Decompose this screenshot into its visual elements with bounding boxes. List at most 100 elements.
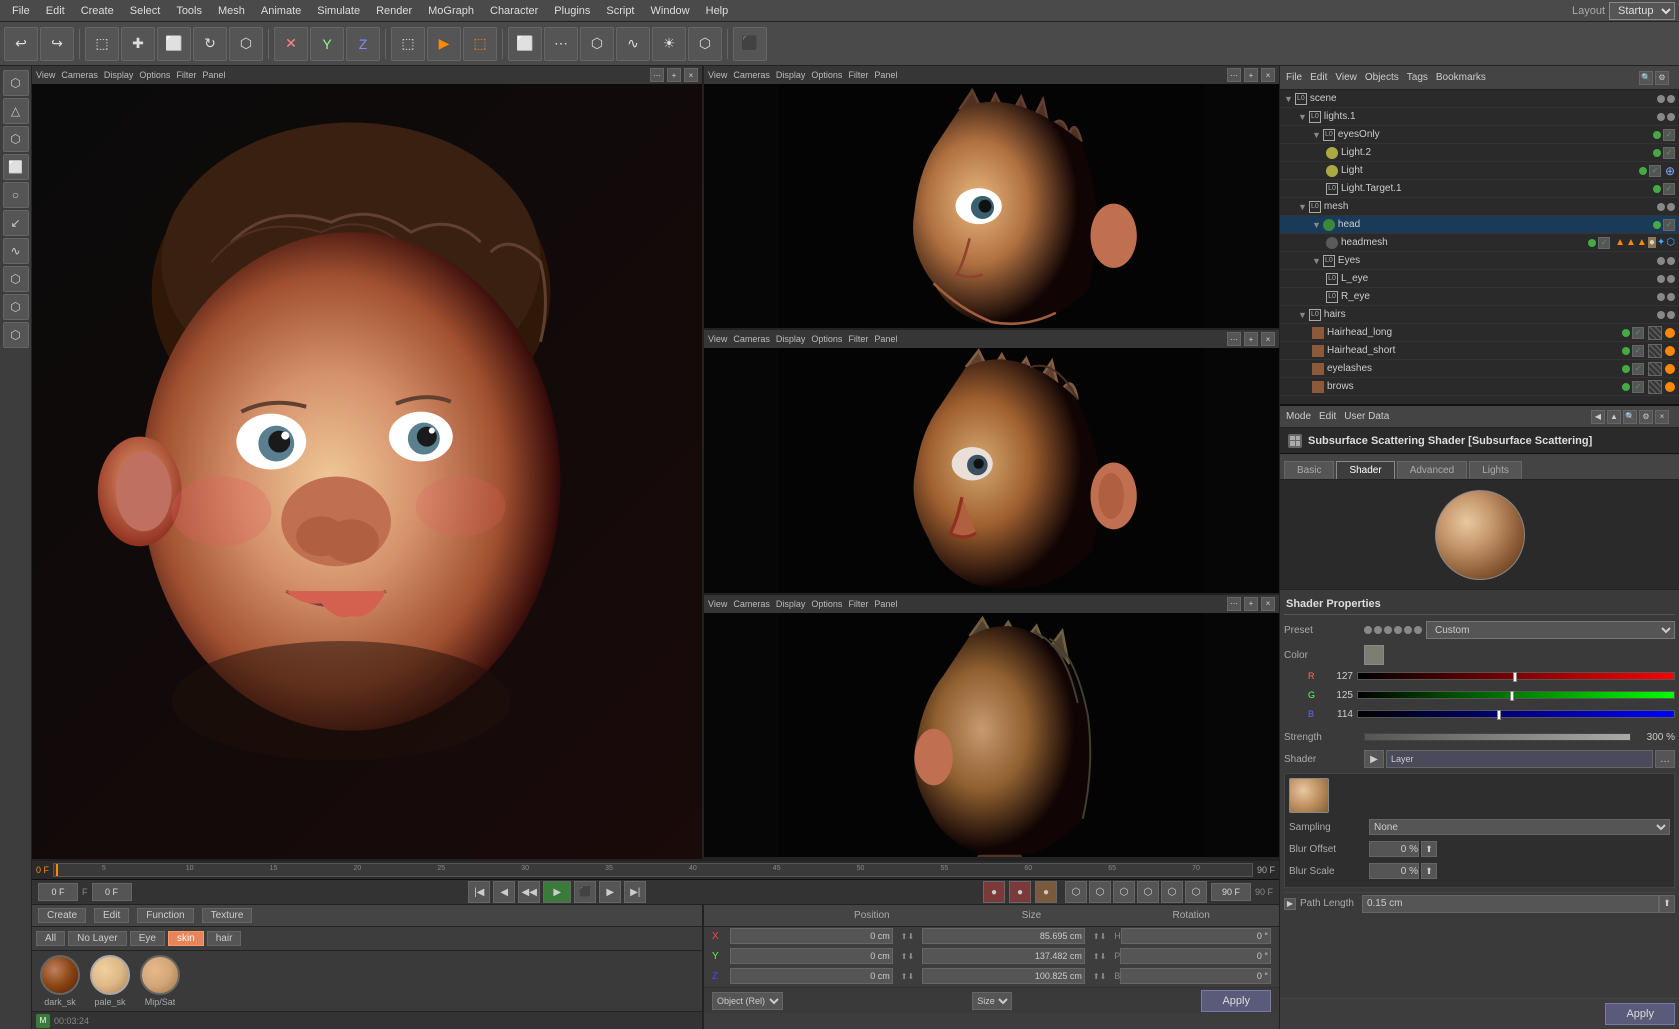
sv2-view[interactable]: View [708,334,727,344]
mesh-dot1[interactable] [1657,203,1665,211]
r-handle[interactable] [1513,672,1517,682]
left-icon-8[interactable]: ⬡ [3,266,29,292]
sv2-panel[interactable]: Panel [874,334,897,344]
om-file[interactable]: File [1286,72,1302,83]
timeline-bar[interactable]: 0 F 5 10 15 20 25 30 35 40 45 50 [32,861,1279,880]
head-check[interactable]: ✓ [1663,219,1675,231]
sv1-panel[interactable]: Panel [874,70,897,80]
left-icon-6[interactable]: ↙ [3,210,29,236]
sv2-close[interactable]: × [1261,332,1275,346]
apply-shader-btn[interactable]: Apply [1605,1003,1675,1025]
render-to-btn[interactable]: ⬚ [463,27,497,61]
om-view[interactable]: View [1335,72,1357,83]
camera-btn[interactable]: ⬡ [688,27,722,61]
left-icon-9[interactable]: ⬡ [3,294,29,320]
obj-hairs[interactable]: ▼ L0 hairs [1280,306,1679,324]
y-size-arrows[interactable]: ⬆⬇ [1093,952,1106,961]
left-icon-3[interactable]: ⬡ [3,126,29,152]
light-target-icon[interactable]: ⊕ [1665,164,1675,178]
select-tool-btn[interactable]: ⬚ [85,27,119,61]
hairs-dot1[interactable] [1657,311,1665,319]
tab-shader[interactable]: Shader [1336,461,1394,479]
vp-panel[interactable]: Panel [202,70,225,80]
hl-texture-icon[interactable] [1648,326,1662,340]
record2-btn[interactable]: ● [1009,881,1031,903]
blur-scale-input[interactable]: 0 % [1369,863,1419,879]
vp-expand-btn[interactable]: + [667,68,681,82]
se-search-icon[interactable]: 🔍 [1623,410,1637,424]
om-objects[interactable]: Objects [1365,72,1399,83]
eyesonly-check[interactable]: ✓ [1663,129,1675,141]
se-up-icon[interactable]: ▲ [1607,410,1621,424]
leye-dot2[interactable] [1667,275,1675,283]
se-edit[interactable]: Edit [1319,411,1336,422]
sv3-options[interactable]: Options [811,599,842,609]
menu-window[interactable]: Window [643,3,698,19]
sv3-filter[interactable]: Filter [848,599,868,609]
undo-btn[interactable]: ↩ [4,27,38,61]
left-icon-4[interactable]: ⬜ [3,154,29,180]
se-left-icon[interactable]: ◀ [1591,410,1605,424]
obj-head[interactable]: ▼ head ✓ [1280,216,1679,234]
side-viewport-bot[interactable]: View Cameras Display Options Filter Pane… [704,595,1279,859]
sv3-panel[interactable]: Panel [874,599,897,609]
mat-texture[interactable]: Texture [202,908,253,923]
y-pos-arrows[interactable]: ⬆⬇ [901,952,914,961]
sv1-view[interactable]: View [708,70,727,80]
hm-tag5[interactable]: ✦ [1657,237,1665,248]
vp-view[interactable]: View [36,70,55,80]
tag-nolayer[interactable]: No Layer [68,931,127,946]
color-swatch-preview[interactable] [1364,645,1384,665]
sv3-dots[interactable]: ⋯ [1227,597,1241,611]
sv3-cameras[interactable]: Cameras [733,599,770,609]
reye-dot2[interactable] [1667,293,1675,301]
record-btn[interactable]: ● [983,881,1005,903]
obj-hair-long[interactable]: Hairhead_long ✓ [1280,324,1679,342]
blur-scale-arrow[interactable]: ⬆ [1421,863,1437,879]
record3-btn[interactable]: ● [1035,881,1057,903]
sampling-select[interactable]: None [1369,819,1670,835]
obj-brows[interactable]: brows ✓ [1280,378,1679,396]
sv1-cameras[interactable]: Cameras [733,70,770,80]
el-texture-icon[interactable] [1648,362,1662,376]
render-preview-btn[interactable]: ⬚ [391,27,425,61]
tab-lights[interactable]: Lights [1469,461,1522,479]
end-frame-input[interactable] [1211,883,1251,901]
hl-check[interactable]: ✓ [1632,327,1644,339]
sv2-options[interactable]: Options [811,334,842,344]
play-stop-btn[interactable]: ⬛ [574,881,596,903]
menu-edit[interactable]: Edit [38,3,73,19]
move-tool-btn[interactable]: ✚ [121,27,155,61]
y-pos-input[interactable]: 0 cm [730,948,893,964]
left-icon-10[interactable]: ⬡ [3,322,29,348]
shader-more-btn[interactable]: … [1655,750,1675,768]
light2-check[interactable]: ✓ [1663,147,1675,159]
side-viewport-mid[interactable]: View Cameras Display Options Filter Pane… [704,330,1279,594]
b-slider[interactable] [1357,710,1675,718]
path-length-arrow[interactable]: ⬆ [1659,895,1675,913]
hm-tag1[interactable]: ▲ [1615,237,1625,248]
mesh-dot2[interactable] [1667,203,1675,211]
pb-btn2[interactable]: ⬡ [1089,881,1111,903]
hm-tag6[interactable]: ⬡ [1666,237,1675,248]
se-close-icon[interactable]: × [1655,410,1669,424]
hm-check[interactable]: ✓ [1598,237,1610,249]
menu-file[interactable]: File [4,3,38,19]
strength-slider[interactable] [1364,733,1631,741]
pb-btn6[interactable]: ⬡ [1185,881,1207,903]
obj-hair-short[interactable]: Hairhead_short ✓ [1280,342,1679,360]
g-handle[interactable] [1510,691,1514,701]
play-fwd-btn[interactable]: ▶ [543,881,571,903]
obj-light2[interactable]: Light.2 ✓ [1280,144,1679,162]
mat-edit[interactable]: Edit [94,908,129,923]
lights1-dot2[interactable] [1667,113,1675,121]
transform-btn[interactable]: ⬡ [229,27,263,61]
tab-advanced[interactable]: Advanced [1397,461,1467,479]
light-check[interactable]: ✓ [1649,165,1661,177]
z-rot-input[interactable] [1120,968,1271,984]
light-dot1[interactable] [1639,167,1647,175]
obj-eyelashes[interactable]: eyelashes ✓ [1280,360,1679,378]
x-pos-arrows[interactable]: ⬆⬇ [901,932,914,941]
deform-btn[interactable]: ⬡ [580,27,614,61]
swatch-pale-sk[interactable]: pale_sk [90,955,130,1007]
